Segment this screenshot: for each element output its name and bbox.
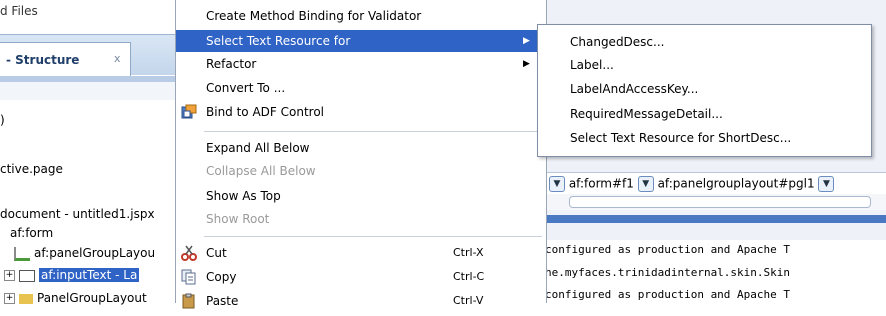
menu-item-label: Convert To ... (206, 81, 286, 95)
breadcrumb: ▼ af:form#f1 ▼ af:panelgrouplayout#pgl1 … (545, 172, 886, 196)
menu-item-refactor[interactable]: Refactor ▶ (176, 53, 546, 75)
menu-item-show-as-top[interactable]: Show As Top (176, 185, 546, 207)
menu-item-label: Cut (206, 246, 227, 260)
menu-item-collapse-all-below[interactable]: Collapse All Below (176, 160, 546, 182)
chevron-down-icon[interactable]: ▼ (818, 176, 835, 192)
breadcrumb-item-form[interactable]: af:form#f1 (569, 177, 634, 191)
log-line: configured as production and Apache T (545, 243, 791, 256)
tab-label: - Structure (6, 53, 80, 67)
submenu-item-changeddesc[interactable]: ChangedDesc... (570, 35, 664, 49)
menu-item-label: Refactor (206, 57, 257, 71)
menu-item-expand-all-below[interactable]: Expand All Below (176, 137, 546, 159)
bind-control-icon (181, 104, 197, 120)
submenu-item-label[interactable]: Label... (570, 58, 614, 72)
horizontal-scrollbar[interactable] (545, 194, 886, 210)
input-text-icon (19, 269, 35, 282)
menu-separator (204, 131, 542, 132)
copy-icon (181, 269, 197, 285)
menu-item-label: Show Root (206, 212, 270, 226)
scrollbar-track[interactable] (569, 196, 871, 208)
panel-toolbar (0, 82, 175, 100)
close-icon[interactable]: x (114, 52, 121, 65)
shortcut-label: Ctrl-V (453, 294, 484, 307)
submenu-item-shortdesc[interactable]: Select Text Resource for ShortDesc... (570, 131, 791, 145)
menu-item-copy[interactable]: Copy Ctrl-C (176, 266, 546, 288)
menu-item-label: Paste (206, 294, 239, 308)
document-label: document - untitled1.jspx (0, 207, 155, 221)
scissors-icon (181, 245, 197, 261)
tree-item-label: af:inputText - La (39, 268, 140, 282)
tree-item-form[interactable]: af:form (10, 226, 53, 240)
menu-item-show-root[interactable]: Show Root (176, 208, 546, 230)
submenu-text-resource: ChangedDesc... Label... LabelAndAccessKe… (537, 24, 872, 157)
shortcut-label: Ctrl-X (453, 246, 484, 259)
submenu-arrow-icon: ▶ (523, 36, 530, 46)
context-menu: Create Method Binding for Validator Sele… (175, 0, 547, 309)
menu-item-select-text-resource[interactable]: Select Text Resource for ▶ (176, 30, 546, 52)
log-line: he.myfaces.trinidadinternal.skin.Skin (545, 266, 791, 279)
submenu-item-requiredmessagedetail[interactable]: RequiredMessageDetail... (570, 107, 723, 121)
submenu-arrow-icon: ▶ (523, 59, 530, 69)
tab-structure[interactable]: - Structure x (0, 42, 131, 77)
menu-separator (204, 236, 542, 237)
menu-item-paste[interactable]: Paste Ctrl-V (176, 290, 546, 312)
chevron-down-icon[interactable]: ▼ (549, 176, 565, 192)
menu-item-bind-to-adf-control[interactable]: Bind to ADF Control (176, 101, 546, 123)
paren-text: ) (0, 113, 5, 127)
submenu-item-labelandaccesskey[interactable]: LabelAndAccessKey... (570, 82, 698, 96)
layout-icon (14, 246, 30, 261)
log-line: configured as production and Apache T (545, 288, 791, 301)
menu-item-label: Show As Top (206, 189, 281, 203)
menu-item-label: Copy (206, 270, 237, 284)
tree-item-panelgrouplayout[interactable]: af:panelGroupLayou (14, 246, 155, 261)
menu-item-label: Create Method Binding for Validator (206, 9, 422, 23)
menu-item-convert-to[interactable]: Convert To ... (176, 77, 546, 99)
tree-item-label: af:panelGroupLayou (34, 246, 156, 260)
menu-item-label: Collapse All Below (206, 164, 316, 178)
breadcrumb-item-panelgrouplayout[interactable]: af:panelgrouplayout#pgl1 (658, 177, 815, 191)
files-label: d Files (0, 4, 38, 18)
log-header (545, 215, 886, 223)
expand-icon[interactable]: + (4, 293, 15, 304)
menu-item-label: Bind to ADF Control (206, 105, 325, 119)
chevron-down-icon[interactable]: ▼ (637, 176, 654, 192)
menu-item-label: Expand All Below (206, 141, 310, 155)
folder-icon (19, 293, 33, 304)
log-console: configured as production and Apache T he… (545, 240, 886, 303)
menu-item-cut[interactable]: Cut Ctrl-X (176, 242, 546, 264)
tree-item-inputtext[interactable]: + af:inputText - La (4, 268, 140, 282)
page-label: ctive.page (0, 162, 63, 176)
structure-panel: d Files - Structure x ) ctive.page docum… (0, 0, 175, 305)
shortcut-label: Ctrl-C (453, 270, 485, 283)
expand-icon[interactable]: + (4, 270, 15, 281)
menu-item-label: Select Text Resource for (206, 34, 351, 48)
paste-icon (181, 293, 197, 309)
menu-item-create-method-binding[interactable]: Create Method Binding for Validator (176, 5, 546, 27)
